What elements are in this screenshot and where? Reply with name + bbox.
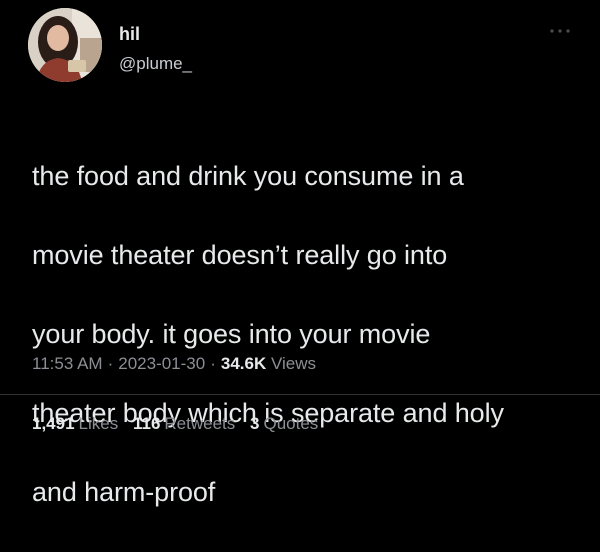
retweets-label: Retweets [164, 414, 236, 433]
more-options-icon[interactable] [548, 24, 572, 36]
quotes-label: Quotes [263, 414, 319, 433]
tweet-date[interactable]: 2023-01-30 [118, 354, 205, 373]
likes-count: 1,491 [32, 414, 75, 433]
divider [0, 394, 600, 395]
separator-dot: · [107, 354, 114, 373]
tweet-text: the food and drink you consume in a movi… [32, 117, 587, 552]
retweets-stat[interactable]: 116 Retweets [133, 414, 235, 433]
quotes-count: 3 [250, 414, 260, 433]
tweet-text-line: and harm-proof [32, 476, 216, 507]
tweet-text-line: movie theater doesn’t really go into [32, 239, 448, 270]
tweet-meta: 11:53 AM · 2023-01-30 · 34.6K Views [32, 353, 316, 375]
avatar[interactable] [28, 8, 102, 82]
separator-dot: · [210, 354, 216, 373]
tweet-time[interactable]: 11:53 AM [32, 354, 103, 373]
retweets-count: 116 [132, 414, 161, 433]
quotes-stat[interactable]: 3 Quotes [250, 414, 318, 433]
user-handle[interactable]: @plume_ [119, 54, 192, 74]
views-label: Views [271, 354, 317, 373]
likes-label: Likes [78, 414, 119, 433]
tweet-text-line: your body. it goes into your movie [32, 318, 431, 349]
tweet-card: hil @plume_ the food and drink you consu… [0, 0, 600, 507]
profile-photo-icon [28, 8, 102, 82]
likes-stat[interactable]: 1,491 Likes [32, 414, 118, 433]
engagement-stats: 1,491 Likes 116 Retweets 3 Quotes [32, 413, 328, 435]
display-name[interactable]: hil [119, 24, 140, 44]
tweet-text-line: the food and drink you consume in a [32, 160, 464, 191]
views-count: 34.6K [220, 354, 267, 373]
